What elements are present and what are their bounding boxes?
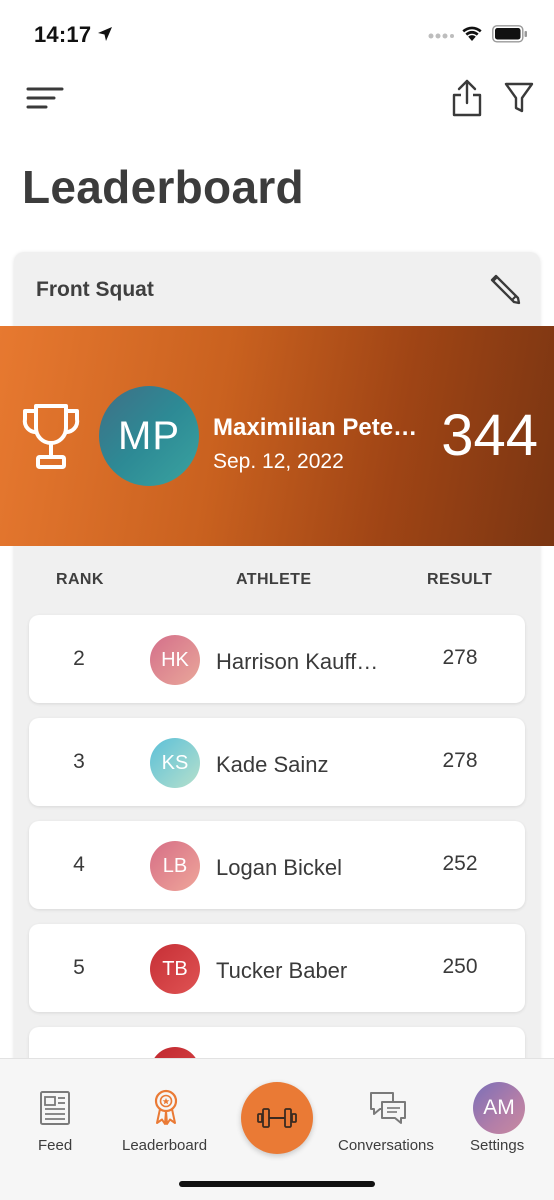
winner-name: Maximilian Petersen bbox=[213, 414, 425, 441]
battery-icon bbox=[492, 25, 527, 43]
row-rank: 5 bbox=[73, 956, 85, 979]
athlete-name: Logan Bickel bbox=[216, 855, 342, 880]
row-result: 250 bbox=[442, 955, 478, 978]
leaderboard-row[interactable]: 4 LB Logan Bickel 252 bbox=[29, 821, 525, 909]
wifi-icon bbox=[462, 26, 482, 41]
athlete-avatar: TB bbox=[150, 944, 200, 994]
tab-feed-label: Feed bbox=[38, 1137, 73, 1154]
result-column-header: RESULT bbox=[427, 571, 493, 588]
winner-avatar: MP bbox=[99, 386, 199, 486]
athlete-avatar: KS bbox=[150, 738, 200, 788]
row-rank: 2 bbox=[73, 647, 85, 670]
tab-leaderboard-label: Leaderboard bbox=[122, 1137, 208, 1154]
dumbbell-icon bbox=[257, 1108, 297, 1128]
chat-bubbles-icon bbox=[370, 1092, 406, 1124]
menu-icon bbox=[26, 87, 64, 109]
cellular-signal-icon bbox=[428, 33, 454, 39]
filter-icon bbox=[504, 82, 534, 113]
leaderboard-row[interactable]: 5 TB Tucker Baber 250 bbox=[29, 924, 525, 1012]
athlete-avatar: LB bbox=[150, 841, 200, 891]
workout-title: Front Squat bbox=[36, 278, 154, 301]
row-rank: 4 bbox=[73, 853, 85, 876]
row-rank: 3 bbox=[73, 750, 85, 773]
page-title: Leaderboard bbox=[22, 161, 304, 213]
winner-date: Sep. 12, 2022 bbox=[213, 450, 344, 473]
settings-avatar[interactable]: AM bbox=[473, 1082, 525, 1134]
trophy-icon bbox=[22, 404, 80, 469]
athlete-name: Tucker Baber bbox=[216, 958, 348, 983]
athlete-name: Kade Sainz bbox=[216, 752, 329, 777]
row-result: 278 bbox=[442, 646, 478, 669]
athlete-avatar: HK bbox=[150, 635, 200, 685]
row-result: 252 bbox=[442, 852, 478, 875]
home-indicator bbox=[179, 1181, 375, 1187]
status-time: 14:17 bbox=[34, 22, 92, 47]
award-ribbon-icon bbox=[154, 1089, 178, 1125]
share-button[interactable] bbox=[450, 78, 484, 118]
share-icon bbox=[452, 79, 482, 117]
edit-button[interactable] bbox=[490, 272, 522, 306]
filter-button[interactable] bbox=[503, 80, 535, 116]
row-result: 278 bbox=[442, 749, 478, 772]
status-bar: 14:17 bbox=[0, 0, 554, 70]
newspaper-icon bbox=[40, 1091, 70, 1125]
menu-button[interactable] bbox=[26, 84, 66, 114]
location-arrow-icon bbox=[98, 27, 112, 41]
leaderboard-row[interactable]: 2 HK Harrison Kauffman 278 bbox=[29, 615, 525, 703]
tab-conversations-label: Conversations bbox=[338, 1137, 434, 1154]
rank-column-header: RANK bbox=[56, 571, 104, 588]
winner-result: 344 bbox=[441, 403, 538, 468]
tab-settings-label: Settings bbox=[470, 1137, 525, 1154]
leaderboard-row[interactable]: 3 KS Kade Sainz 278 bbox=[29, 718, 525, 806]
athlete-name: Harrison Kauffman bbox=[216, 649, 396, 674]
workout-button[interactable] bbox=[241, 1082, 313, 1154]
pencil-icon bbox=[490, 274, 521, 305]
athlete-column-header: ATHLETE bbox=[236, 571, 312, 588]
